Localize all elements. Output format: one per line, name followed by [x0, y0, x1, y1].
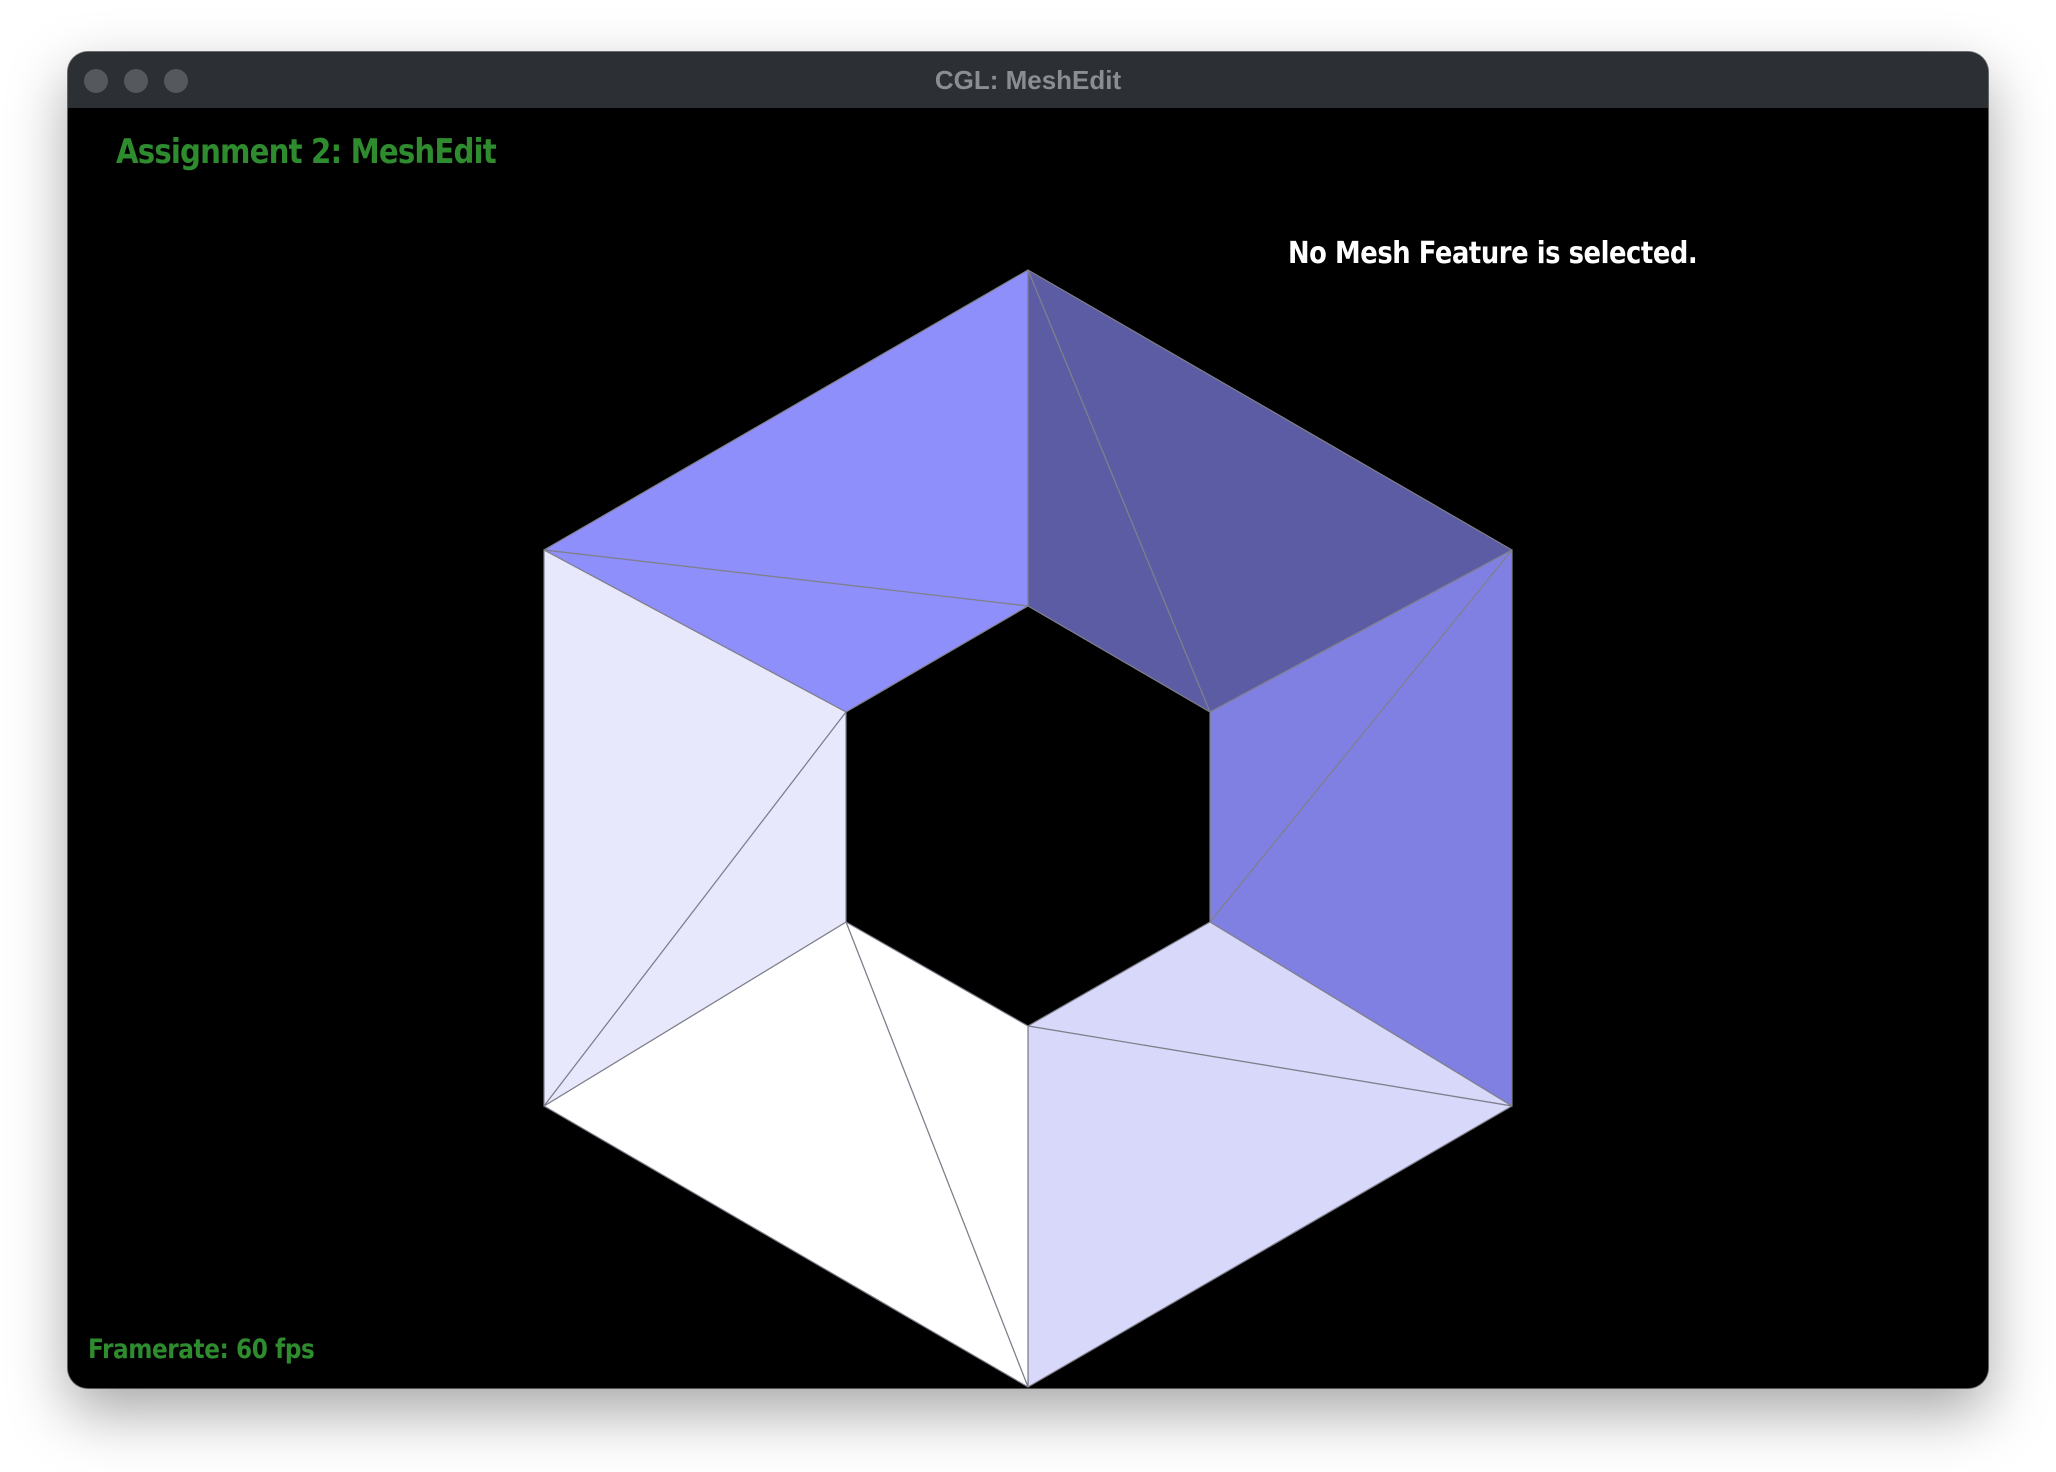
mesh-view[interactable]: [68, 108, 1988, 1388]
selection-status: No Mesh Feature is selected.: [1288, 236, 1698, 271]
framerate-readout: Framerate: 60 fps: [88, 1334, 315, 1365]
render-viewport[interactable]: Assignment 2: MeshEdit No Mesh Feature i…: [68, 108, 1988, 1388]
mesh-face[interactable]: [543, 269, 1029, 607]
title-bar[interactable]: CGL: MeshEdit: [68, 52, 1988, 109]
app-window: CGL: MeshEdit Assignment 2: MeshEdit No …: [68, 52, 1988, 1388]
assignment-heading: Assignment 2: MeshEdit: [116, 132, 497, 172]
window-title: CGL: MeshEdit: [934, 65, 1122, 95]
